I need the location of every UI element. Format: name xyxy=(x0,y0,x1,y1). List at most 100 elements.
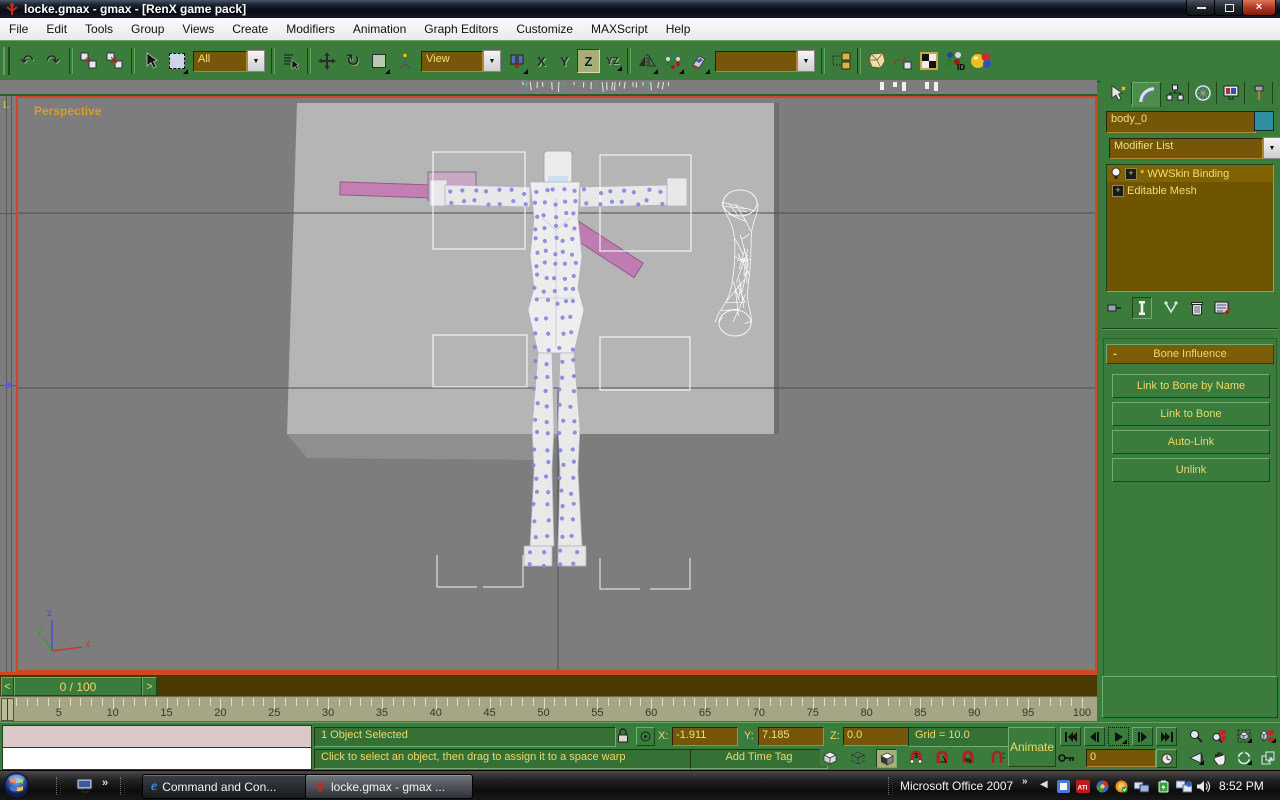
title-bar[interactable]: locke.gmax - gmax - [RenX game pack] × xyxy=(0,0,1280,18)
dropdown-arrow-icon[interactable]: ▼ xyxy=(797,50,815,72)
curve-editor-button[interactable] xyxy=(891,47,915,75)
auto-link-button[interactable]: Auto-Link xyxy=(1112,430,1270,454)
show-desktop-button[interactable] xyxy=(76,778,94,797)
modifier-list-dropdown[interactable]: Modifier List ▼ xyxy=(1109,138,1280,158)
rollout-collapse-icon[interactable]: - xyxy=(1107,348,1123,360)
tray-icon-network-pc[interactable] xyxy=(1134,780,1149,796)
menu-views[interactable]: Views xyxy=(173,19,223,40)
tray-icon-ati[interactable]: ATI xyxy=(1076,780,1090,796)
arc-rotate-button[interactable] xyxy=(1234,749,1253,766)
select-and-rotate-button[interactable]: ↻ xyxy=(341,47,365,75)
tab-motion[interactable] xyxy=(1189,82,1217,104)
taskband-grip[interactable] xyxy=(120,777,125,795)
restrict-x-button[interactable]: X xyxy=(531,50,552,72)
close-button[interactable]: × xyxy=(1242,0,1276,16)
tray-expand-arrow[interactable]: ◀ xyxy=(1040,779,1048,790)
mirror-button[interactable] xyxy=(635,47,659,75)
menu-animation[interactable]: Animation xyxy=(344,19,415,40)
modifier-stack-row-wwskin[interactable]: + * WWSkin Binding xyxy=(1107,165,1273,182)
menu-tools[interactable]: Tools xyxy=(76,19,122,40)
tray-grip[interactable] xyxy=(888,777,893,795)
quicklaunch-grip[interactable] xyxy=(56,777,61,795)
go-to-end-button[interactable] xyxy=(1156,727,1177,746)
link-to-bone-by-name-button[interactable]: Link to Bone by Name xyxy=(1112,374,1270,398)
pivot-tripod-button[interactable] xyxy=(393,47,417,75)
angle-snap-button[interactable] xyxy=(932,749,951,766)
left-viewport-sliver[interactable]: L xyxy=(0,96,16,672)
absolute-offset-toggle[interactable] xyxy=(636,727,655,746)
taskbar-task-gmax[interactable]: locke.gmax - gmax ... xyxy=(305,774,473,799)
x-coord-field[interactable]: -1.911 xyxy=(672,727,738,746)
maxscript-mini-listener-pink[interactable] xyxy=(2,725,312,748)
time-slider-prev-button[interactable]: < xyxy=(1,677,14,696)
y-coord-field[interactable]: 7.185 xyxy=(758,727,824,746)
selection-filter-combo[interactable]: All ▼ xyxy=(193,51,265,71)
time-slider-next-button[interactable]: > xyxy=(142,677,157,696)
restrict-z-button[interactable]: Z xyxy=(577,49,600,73)
select-and-scale-button[interactable] xyxy=(367,47,391,75)
track-bar[interactable]: 5101520253035404550556065707580859095100 xyxy=(0,696,1097,721)
object-name-field[interactable]: body_0 xyxy=(1106,111,1256,133)
zoom-extents-button[interactable] xyxy=(1234,727,1253,744)
object-color-swatch[interactable] xyxy=(1254,111,1274,131)
reference-coordsys-combo[interactable]: View ▼ xyxy=(421,51,501,71)
zoom-button[interactable] xyxy=(1186,727,1205,744)
tray-icon-update[interactable] xyxy=(1115,780,1128,796)
zoom-all-button[interactable] xyxy=(1210,727,1229,744)
dotted-cube-button[interactable] xyxy=(848,749,867,766)
material-id-button[interactable]: ID xyxy=(943,47,967,75)
zoom-extents-all-button[interactable] xyxy=(1258,727,1277,744)
tab-utilities[interactable] xyxy=(1245,82,1273,104)
selection-region-button[interactable] xyxy=(165,47,189,75)
tab-hierarchy[interactable] xyxy=(1161,82,1189,104)
menu-customize[interactable]: Customize xyxy=(507,19,582,40)
time-slider-track[interactable]: < 0 / 100 > xyxy=(0,672,1097,696)
field-of-view-button[interactable] xyxy=(1186,749,1205,766)
set-key-button[interactable] xyxy=(1056,749,1075,766)
percent-snap-button[interactable]: % xyxy=(958,749,977,766)
select-and-move-button[interactable] xyxy=(315,47,339,75)
menu-graph-editors[interactable]: Graph Editors xyxy=(415,19,507,40)
menu-help[interactable]: Help xyxy=(657,19,700,40)
tray-icon-network[interactable] xyxy=(1176,780,1192,796)
time-slider-button[interactable]: 0 / 100 xyxy=(14,677,142,696)
pan-button[interactable] xyxy=(1210,749,1229,766)
office-toolbar-label[interactable]: Microsoft Office 2007 xyxy=(900,779,1013,793)
add-time-tag[interactable]: Add Time Tag xyxy=(690,749,828,769)
align-button[interactable] xyxy=(687,47,711,75)
render-button[interactable] xyxy=(969,47,993,75)
make-unique-icon[interactable] xyxy=(1162,300,1180,316)
expand-icon[interactable]: + xyxy=(1112,185,1124,197)
named-selection-combo[interactable]: ▼ xyxy=(715,51,815,71)
dropdown-arrow-icon[interactable]: ▼ xyxy=(483,50,501,72)
minimize-button[interactable] xyxy=(1186,0,1216,16)
toolbar-grip[interactable] xyxy=(3,47,10,75)
tray-chevron[interactable]: » xyxy=(1022,776,1028,787)
expand-icon[interactable]: + xyxy=(1125,168,1137,180)
current-frame-field[interactable]: 0 xyxy=(1086,749,1156,767)
unlink-button-rollout[interactable]: Unlink xyxy=(1112,458,1270,482)
tab-create[interactable] xyxy=(1104,82,1132,104)
menu-edit[interactable]: Edit xyxy=(37,19,76,40)
use-center-button[interactable] xyxy=(505,47,529,75)
checker-cube-button[interactable] xyxy=(876,749,897,768)
go-to-start-button[interactable] xyxy=(1060,727,1081,746)
menu-create[interactable]: Create xyxy=(223,19,277,40)
snap-toggle-3d-button[interactable]: 3 xyxy=(906,749,925,766)
taskbar-task-command-and-conquer[interactable]: e Command and Con... xyxy=(142,774,318,799)
next-frame-button[interactable] xyxy=(1132,727,1153,746)
perspective-viewport[interactable]: z y x xyxy=(16,96,1097,672)
z-coord-field[interactable]: 0.0 xyxy=(843,727,909,746)
tray-icon-battery[interactable] xyxy=(1158,780,1172,796)
start-button[interactable] xyxy=(3,772,30,800)
tray-icon-app[interactable] xyxy=(1057,780,1070,796)
restore-button[interactable] xyxy=(1214,0,1244,16)
track-bar-frame-marker[interactable] xyxy=(1,698,14,721)
animate-button[interactable]: Animate xyxy=(1008,727,1056,767)
quicklaunch-chevron[interactable]: » xyxy=(102,777,108,789)
redo-button[interactable]: ↷ xyxy=(41,47,65,75)
track-view-button[interactable] xyxy=(829,47,853,75)
dropdown-arrow-icon[interactable]: ▼ xyxy=(247,50,265,72)
tray-icon-volume[interactable] xyxy=(1197,780,1212,796)
select-by-name-button[interactable] xyxy=(279,47,303,75)
